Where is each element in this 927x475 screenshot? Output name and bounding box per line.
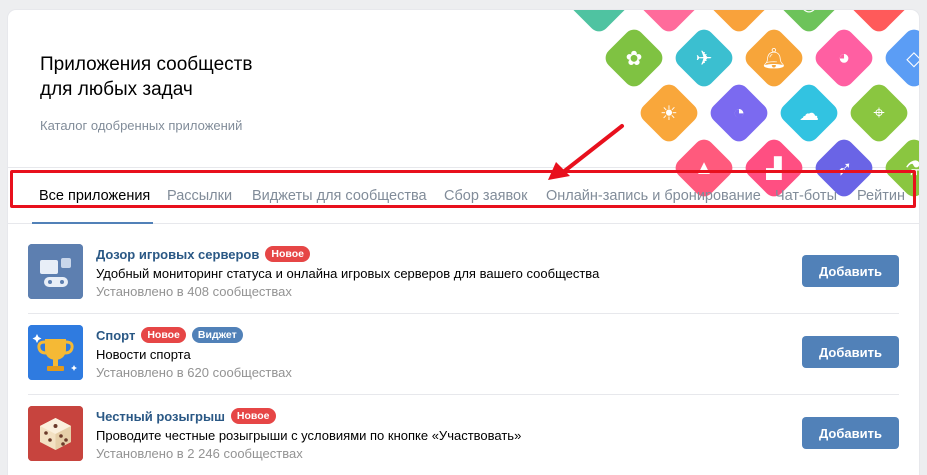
new-badge: Новое <box>141 327 186 343</box>
category-tabs: Все приложения Рассылки Виджеты для сооб… <box>8 168 919 224</box>
tab-mailings[interactable]: Рассылки <box>167 188 232 204</box>
app-install-count: Установлено в 620 сообществах <box>96 365 292 380</box>
page-title: Приложения сообществ для любых задач <box>40 54 253 100</box>
tab-lead-collection[interactable]: Сбор заявок <box>444 188 527 204</box>
tile-icon: ⌂ <box>846 10 912 36</box>
tab-rating[interactable]: Рейтин <box>857 188 905 204</box>
tile-icon: ◐ <box>636 10 702 36</box>
trophy-icon <box>28 325 83 380</box>
divider <box>28 313 899 314</box>
page-subtitle: Каталог одобренных приложений <box>40 118 243 133</box>
cloud-icon: ☁ <box>776 80 842 146</box>
tile-icon: ☎ <box>706 10 772 36</box>
app-install-count: Установлено в 2 246 сообществах <box>96 446 303 461</box>
tab-widgets[interactable]: Виджеты для сообщества <box>252 188 427 204</box>
decorative-app-tiles: ● ◐ ☎ ◎ ⌂ ✿ ✈ 🔔︎ ◕ ◇ ☀ ◔ ☁ ⌖ ◉ ▲ ▟ ➶ ⚗ <box>556 10 919 201</box>
divider <box>28 394 899 395</box>
sun-icon: ☀ <box>636 80 702 146</box>
app-install-count: Установлено в 408 сообществах <box>96 284 292 299</box>
catalog-header: Приложения сообществ для любых задач Кат… <box>8 10 919 201</box>
active-tab-indicator <box>32 222 153 224</box>
tile-icon: ◕ <box>811 25 877 91</box>
list-item: Честный розыгрыш Новое Проводите честные… <box>8 396 919 475</box>
tab-chat-bots[interactable]: Чат-боты <box>775 188 837 204</box>
flower-icon: ✿ <box>601 25 667 91</box>
tab-online-booking[interactable]: Онлайн-запись и бронирование <box>546 188 761 204</box>
plane-icon: ✈ <box>671 25 737 91</box>
tile-icon: ◇ <box>881 25 919 91</box>
app-name[interactable]: Спорт Новое Виджет <box>96 327 243 343</box>
dice-icon <box>28 406 83 461</box>
app-name[interactable]: Дозор игровых серверов Новое <box>96 246 310 262</box>
list-item: Дозор игровых серверов Новое Удобный мон… <box>8 234 919 314</box>
app-name[interactable]: Честный розыгрыш Новое <box>96 408 276 424</box>
tab-all-apps[interactable]: Все приложения <box>39 188 150 204</box>
app-description: Удобный мониторинг статуса и онлайна игр… <box>96 266 600 281</box>
new-badge: Новое <box>265 246 310 262</box>
add-app-button[interactable]: Добавить <box>802 336 899 368</box>
map-pin-icon: ⌖ <box>846 80 912 146</box>
bell-icon: 🔔︎ <box>741 25 807 91</box>
tile-icon: ● <box>566 10 632 36</box>
new-badge: Новое <box>230 408 276 424</box>
add-app-button[interactable]: Добавить <box>802 255 899 287</box>
list-item: Спорт Новое Виджет Новости спорта Устано… <box>8 315 919 395</box>
app-description: Новости спорта <box>96 347 191 362</box>
widget-badge: Виджет <box>191 327 243 343</box>
compass-icon: ◔ <box>706 80 772 146</box>
catalog-card: Приложения сообществ для любых задач Кат… <box>8 10 919 475</box>
tile-icon: ◎ <box>776 10 842 36</box>
tile-icon: ◉ <box>916 80 919 146</box>
app-description: Проводите честные розыгрыши с условиями … <box>96 428 522 443</box>
add-app-button[interactable]: Добавить <box>802 417 899 449</box>
server-monitor-icon <box>28 244 83 299</box>
